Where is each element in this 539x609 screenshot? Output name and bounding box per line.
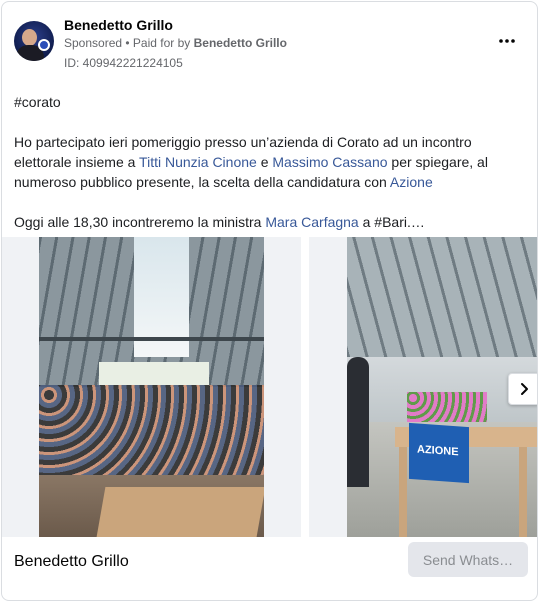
mention-link[interactable]: Massimo Cassano xyxy=(272,154,387,170)
photo-table-leg xyxy=(399,447,407,537)
paid-for-by-name[interactable]: Benedetto Grillo xyxy=(194,36,287,50)
carousel-slide-2[interactable]: AZIONE xyxy=(309,237,537,537)
event-photo-1[interactable] xyxy=(39,237,264,537)
author-avatar[interactable] xyxy=(14,21,54,61)
image-carousel[interactable]: AZIONE xyxy=(2,237,537,537)
more-horizontal-icon[interactable] xyxy=(498,32,516,55)
post-paragraph-2: Oggi alle 18,30 incontreremo la ministra… xyxy=(14,212,529,232)
send-whatsapp-button[interactable]: Send Whats… xyxy=(408,542,528,577)
mention-link[interactable]: Titti Nunzia Cinone xyxy=(139,154,257,170)
meta-separator: • xyxy=(122,36,133,50)
photo-opening xyxy=(99,362,209,387)
sponsored-post-card: Benedetto Grillo Sponsored • Paid for by… xyxy=(1,1,538,601)
carousel-slide-1[interactable] xyxy=(2,237,301,537)
photo-roof xyxy=(347,237,537,357)
carousel-next-button[interactable] xyxy=(508,373,537,405)
sponsored-meta: Sponsored • Paid for by Benedetto Grillo xyxy=(64,36,287,50)
author-name[interactable]: Benedetto Grillo xyxy=(64,17,173,33)
mention-link[interactable]: Azione xyxy=(390,174,433,190)
azione-banner-text: AZIONE xyxy=(417,443,459,459)
photo-flowers xyxy=(407,392,487,422)
text-part: Oggi alle 18,30 incontreremo la ministra xyxy=(14,214,266,230)
photo-beam xyxy=(39,337,264,341)
avatar-head-shape xyxy=(22,29,37,46)
text-part: e xyxy=(256,154,273,170)
hashtag-line: #corato xyxy=(14,92,529,112)
post-paragraph-1: Ho partecipato ieri pomeriggio presso un… xyxy=(14,132,529,192)
hashtag-corato[interactable]: #corato xyxy=(14,94,61,110)
avatar-badge-logo xyxy=(38,39,50,51)
more-horizontal-icon-svg xyxy=(499,39,515,43)
azione-banner: AZIONE xyxy=(409,422,469,484)
post-body-text: #corato Ho partecipato ieri pomeriggio p… xyxy=(14,92,529,232)
photo-crowd xyxy=(39,385,264,475)
photo-person xyxy=(347,357,369,487)
chevron-right-icon xyxy=(521,383,528,395)
photo-table xyxy=(96,487,264,537)
photo-table-leg xyxy=(519,447,527,537)
mention-link[interactable]: Mara Carfagna xyxy=(265,214,358,230)
sponsored-label: Sponsored xyxy=(64,36,123,50)
footer-page-name[interactable]: Benedetto Grillo xyxy=(14,553,129,571)
ad-id: ID: 409942221224105 xyxy=(64,56,183,70)
paid-for-by-prefix: Paid for by xyxy=(132,36,194,50)
text-part: a #Bari.… xyxy=(358,214,425,230)
